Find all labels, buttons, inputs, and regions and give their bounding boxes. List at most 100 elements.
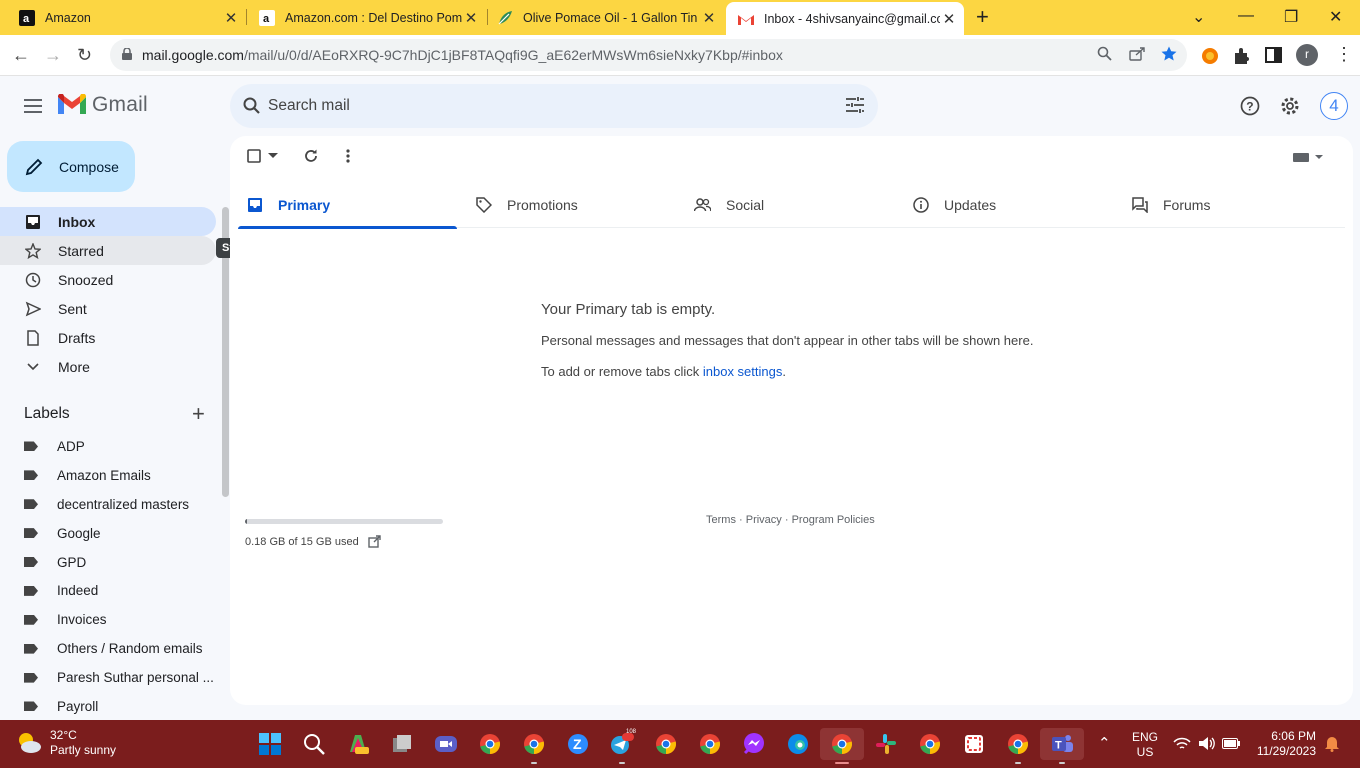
browser-menu-icon[interactable]: ⋮ <box>1335 44 1353 65</box>
label-item[interactable]: Others / Random emails <box>0 634 216 663</box>
close-tab-icon[interactable]: ✕ <box>700 9 718 27</box>
nav-item-more[interactable]: More <box>0 352 216 381</box>
label-item[interactable]: GPD <box>0 548 216 577</box>
share-icon[interactable] <box>1129 46 1145 65</box>
search-icon[interactable] <box>242 96 262 116</box>
search-options-icon[interactable] <box>846 97 864 113</box>
label-name: ADP <box>57 438 85 454</box>
label-item[interactable]: decentralized masters <box>0 490 216 519</box>
tab-label: Forums <box>1163 196 1211 213</box>
taskbar-search-button[interactable] <box>292 728 336 760</box>
help-icon[interactable]: ? <box>1240 96 1260 116</box>
minimize-button[interactable]: — <box>1238 7 1254 25</box>
close-window-button[interactable]: ✕ <box>1329 7 1342 27</box>
program-policies-link[interactable]: Program Policies <box>792 514 875 526</box>
nav-item-inbox[interactable]: Inbox <box>0 207 216 236</box>
tab-promotions[interactable]: Promotions <box>457 181 676 228</box>
label-item[interactable]: Indeed <box>0 576 216 605</box>
chrome-app[interactable] <box>688 728 732 760</box>
address-bar[interactable]: mail.google.com/mail/u/0/d/AEoRXRQ-9C7hD… <box>110 39 1187 71</box>
volume-icon[interactable] <box>1198 736 1216 751</box>
input-tools-keyboard-icon[interactable] <box>1293 152 1323 162</box>
account-avatar[interactable]: 4 <box>1320 92 1348 120</box>
inbox-settings-link[interactable]: inbox settings <box>703 364 783 379</box>
new-tab-button[interactable]: + <box>976 6 989 28</box>
bookmark-star-icon[interactable] <box>1161 46 1177 65</box>
telegram-app[interactable]: 108 <box>600 728 644 764</box>
tab-forums[interactable]: Forums <box>1114 181 1333 228</box>
select-dropdown-icon[interactable] <box>268 153 278 159</box>
tab-primary[interactable]: Primary <box>238 181 457 229</box>
search-bar[interactable] <box>230 84 878 128</box>
nav-item-drafts[interactable]: Drafts <box>0 323 216 352</box>
browser-tab[interactable]: a Amazon ✕ <box>0 0 246 35</box>
label-item[interactable]: Amazon Emails <box>0 461 216 490</box>
browser-tab-active[interactable]: Inbox - 4shivsanyainc@gmail.com ✕ <box>726 2 964 35</box>
chrome-app[interactable] <box>512 728 556 764</box>
teams-app[interactable]: T <box>1040 728 1084 764</box>
chrome-icon <box>700 734 721 754</box>
more-options-icon[interactable] <box>346 149 350 163</box>
snipping-tool-app[interactable] <box>952 728 996 760</box>
refresh-icon[interactable] <box>304 149 318 163</box>
settings-gear-icon[interactable] <box>1280 96 1300 116</box>
chrome-app[interactable] <box>644 728 688 760</box>
label-item[interactable]: Paresh Suthar personal ... <box>0 663 216 692</box>
chrome-app[interactable] <box>468 728 512 760</box>
close-tab-icon[interactable]: ✕ <box>222 9 240 27</box>
privacy-link[interactable]: Privacy <box>746 514 782 526</box>
select-all-checkbox[interactable] <box>247 149 261 163</box>
show-hidden-icons-button[interactable]: ⌃ <box>1098 734 1111 752</box>
mail-toolbar <box>247 149 350 163</box>
open-storage-icon[interactable] <box>368 535 381 548</box>
battery-icon[interactable] <box>1222 738 1240 749</box>
browser-tab[interactable]: a Amazon.com : Del Destino Pomace ✕ <box>240 0 486 35</box>
language-indicator[interactable]: ENG US <box>1132 730 1158 760</box>
edge-app[interactable] <box>776 728 820 760</box>
puzzle-icon[interactable] <box>1233 47 1251 65</box>
label-item[interactable]: ADP <box>0 432 216 461</box>
taskbar-apps: Z 108 T <box>248 728 1084 764</box>
close-tab-icon[interactable]: ✕ <box>940 10 958 28</box>
tab-social[interactable]: Social <box>676 181 895 228</box>
main-menu-icon[interactable] <box>24 99 42 113</box>
label-item[interactable]: Google <box>0 519 216 548</box>
label-item[interactable]: Payroll <box>0 692 216 721</box>
weather-widget[interactable]: 32°C Partly sunny <box>16 728 116 758</box>
side-panel-icon[interactable] <box>1265 47 1282 63</box>
chrome-app-active[interactable] <box>820 728 864 764</box>
restore-button[interactable]: ❐ <box>1284 7 1298 27</box>
forward-button[interactable]: → <box>44 45 62 65</box>
browser-tab[interactable]: Olive Pomace Oil - 1 Gallon Tin ✕ <box>478 0 724 35</box>
chrome-app[interactable] <box>908 728 952 760</box>
meet-chat-button[interactable] <box>424 728 468 760</box>
zoom-app[interactable]: Z <box>556 728 600 760</box>
reload-button[interactable]: ↻ <box>77 45 92 65</box>
terms-link[interactable]: Terms <box>706 514 736 526</box>
extension-icon[interactable] <box>1201 47 1219 65</box>
label-item[interactable]: Invoices <box>0 605 216 634</box>
slack-app[interactable] <box>864 728 908 760</box>
chrome-app[interactable] <box>996 728 1040 764</box>
nav-item-sent[interactable]: Sent <box>0 294 216 323</box>
search-input[interactable] <box>268 95 828 117</box>
gmail-logo[interactable]: Gmail <box>58 93 148 117</box>
messenger-app[interactable] <box>732 728 776 760</box>
clock[interactable]: 6:06 PM 11/29/2023 <box>1256 729 1316 759</box>
nav-item-snoozed[interactable]: Snoozed <box>0 265 216 294</box>
profile-avatar[interactable]: r <box>1296 44 1318 66</box>
zoom-icon[interactable] <box>1097 46 1112 65</box>
back-button[interactable]: ← <box>12 45 30 65</box>
notification-bell-icon[interactable] <box>1325 736 1339 752</box>
compose-button[interactable]: Compose <box>7 141 135 192</box>
footer-separator: · <box>735 514 746 526</box>
task-view-button[interactable] <box>380 728 424 760</box>
tab-updates[interactable]: Updates <box>895 181 1114 228</box>
nav-item-starred[interactable]: Starred <box>0 236 216 265</box>
start-button[interactable] <box>248 728 292 760</box>
wifi-icon[interactable] <box>1173 737 1191 751</box>
tab-search-icon[interactable]: ⌄ <box>1192 7 1205 27</box>
tab-title: Amazon <box>45 10 91 25</box>
create-label-button[interactable]: + <box>192 401 205 427</box>
copilot-preview-button[interactable] <box>336 728 380 760</box>
